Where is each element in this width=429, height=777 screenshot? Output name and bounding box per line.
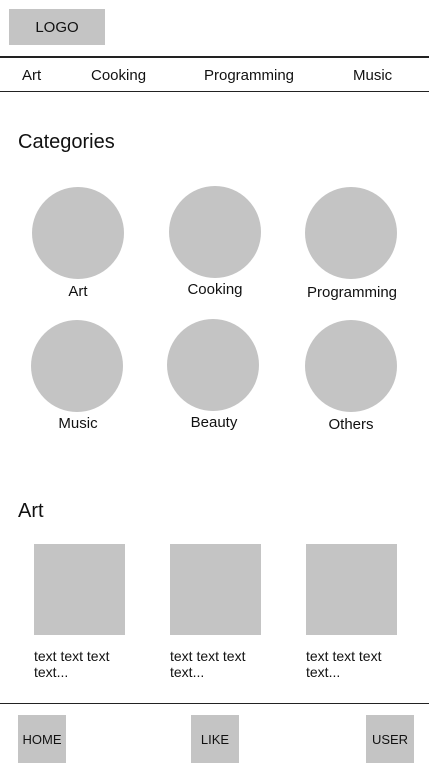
category-programming-label[interactable]: Programming bbox=[282, 284, 422, 301]
art-card-text: text text text text... bbox=[34, 648, 110, 680]
category-cooking-label[interactable]: Cooking bbox=[145, 281, 285, 298]
category-beauty-label[interactable]: Beauty bbox=[144, 414, 284, 431]
nav-item-cooking[interactable]: Cooking bbox=[91, 67, 146, 84]
category-others-image[interactable] bbox=[305, 320, 397, 412]
category-music-label[interactable]: Music bbox=[8, 415, 148, 432]
categories-title: Categories bbox=[18, 131, 115, 153]
art-card-image[interactable] bbox=[306, 544, 397, 635]
art-card-text: text text text text... bbox=[170, 648, 246, 680]
like-button[interactable]: LIKE bbox=[191, 715, 239, 763]
art-card-image[interactable] bbox=[34, 544, 125, 635]
art-card-text: text text text text... bbox=[306, 648, 382, 680]
category-art-image[interactable] bbox=[32, 187, 124, 279]
nav-item-programming[interactable]: Programming bbox=[204, 67, 294, 84]
nav-item-music[interactable]: Music bbox=[353, 67, 392, 84]
category-cooking-image[interactable] bbox=[169, 186, 261, 278]
category-music-image[interactable] bbox=[31, 320, 123, 412]
art-card-image[interactable] bbox=[170, 544, 261, 635]
art-section-title: Art bbox=[18, 500, 44, 522]
logo[interactable]: LOGO bbox=[9, 9, 105, 45]
category-others-label[interactable]: Others bbox=[281, 416, 421, 433]
category-art-label[interactable]: Art bbox=[8, 283, 148, 300]
nav-item-art[interactable]: Art bbox=[22, 67, 41, 84]
home-button[interactable]: HOME bbox=[18, 715, 66, 763]
user-button[interactable]: USER bbox=[366, 715, 414, 763]
category-beauty-image[interactable] bbox=[167, 319, 259, 411]
category-programming-image[interactable] bbox=[305, 187, 397, 279]
